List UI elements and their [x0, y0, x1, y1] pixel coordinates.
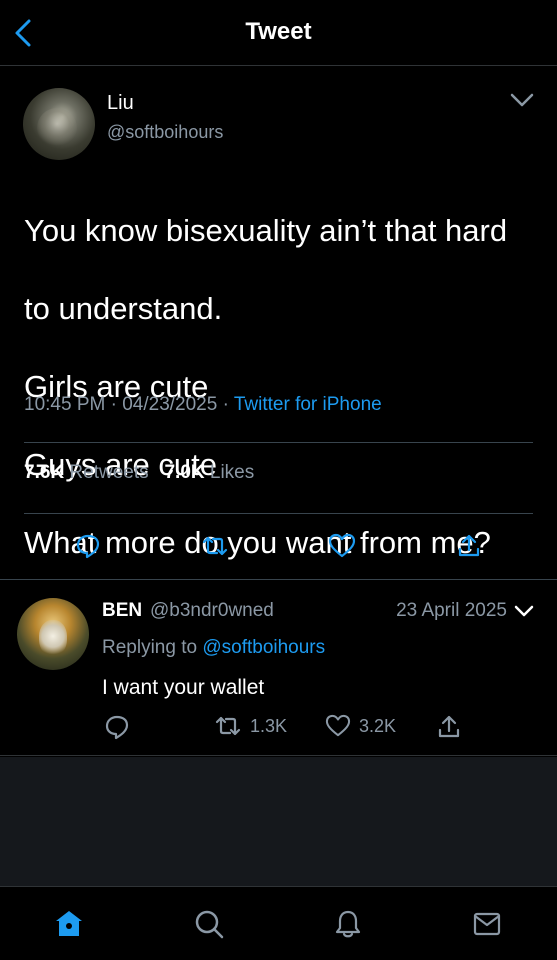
reply-author-name[interactable]: BEN [102, 600, 142, 622]
retweets-label: Retweets [69, 462, 149, 483]
meta-separator: · [110, 394, 123, 415]
reply-actions: 1.3K 3.2K [0, 714, 557, 744]
tab-home[interactable] [52, 907, 86, 941]
tweet-date: 04/23/2025 [122, 394, 218, 415]
chevron-down-icon[interactable] [509, 90, 535, 110]
bottom-tab-bar [0, 886, 557, 960]
share-icon [458, 534, 480, 557]
reply-tweet[interactable]: BEN @b3ndr0wned 23 April 2025 Replying t… [0, 580, 557, 756]
home-icon [56, 911, 82, 936]
divider [24, 513, 533, 514]
avatar[interactable] [17, 598, 89, 670]
divider [24, 442, 533, 443]
author-handle[interactable]: @softboihours [107, 122, 223, 143]
reply-icon [105, 715, 129, 740]
messages-icon [473, 912, 501, 936]
share-button[interactable] [437, 714, 461, 740]
notifications-icon [335, 910, 361, 938]
avatar[interactable] [23, 88, 95, 160]
share-icon [438, 715, 460, 738]
author-name[interactable]: Liu [107, 92, 134, 115]
tab-search[interactable] [192, 907, 226, 941]
retweets-count: 7.6K [24, 462, 65, 483]
retweet-icon [202, 536, 228, 556]
tab-notifications[interactable] [331, 907, 365, 941]
likes-count: 7.0K [164, 462, 205, 483]
top-nav-bar: Tweet [0, 0, 557, 66]
reply-button[interactable] [104, 714, 130, 740]
tweet-meta: 10:45 PM · 04/23/2025 · Twitter for iPho… [24, 394, 382, 416]
likes-stat[interactable]: 7.0K Likes [164, 462, 254, 483]
like-button[interactable]: 3.2K [325, 714, 396, 738]
empty-area [0, 757, 557, 886]
replying-to: Replying to @softboihours [102, 637, 325, 659]
heart-icon [328, 533, 356, 558]
retweet-icon [215, 716, 241, 736]
share-button[interactable] [455, 532, 483, 560]
retweet-button[interactable]: 1.3K [214, 714, 287, 738]
reply-button[interactable] [74, 532, 102, 560]
reply-author-handle[interactable]: @b3ndr0wned [150, 600, 274, 622]
tweet-actions [0, 532, 557, 562]
meta-separator: · [222, 394, 234, 415]
search-icon [195, 910, 224, 939]
chevron-down-icon[interactable] [513, 602, 535, 620]
like-button[interactable] [328, 532, 356, 560]
replying-prefix: Replying to [102, 637, 198, 658]
retweets-stat[interactable]: 7.6K Retweets [24, 462, 149, 483]
tab-messages[interactable] [470, 907, 504, 941]
tweet-source-link[interactable]: Twitter for iPhone [234, 394, 382, 415]
likes-label: Likes [209, 462, 255, 483]
reply-text: I want your wallet [102, 676, 265, 699]
reply-date: 23 April 2025 [396, 600, 507, 621]
tweet-line: You know bisexuality ain’t that hard [24, 213, 508, 248]
heart-icon [325, 714, 351, 737]
tweet-time: 10:45 PM [24, 394, 106, 415]
page-title: Tweet [245, 18, 312, 45]
like-count: 3.2K [359, 715, 397, 736]
retweet-count: 1.3K [250, 715, 288, 736]
reply-icon [76, 534, 100, 559]
tweet-stats: 7.6K Retweets 7.0K Likes [24, 462, 254, 484]
tweet-line: to understand. [24, 291, 223, 326]
retweet-button[interactable] [201, 532, 229, 560]
replying-handle-link[interactable]: @softboihours [202, 637, 325, 658]
